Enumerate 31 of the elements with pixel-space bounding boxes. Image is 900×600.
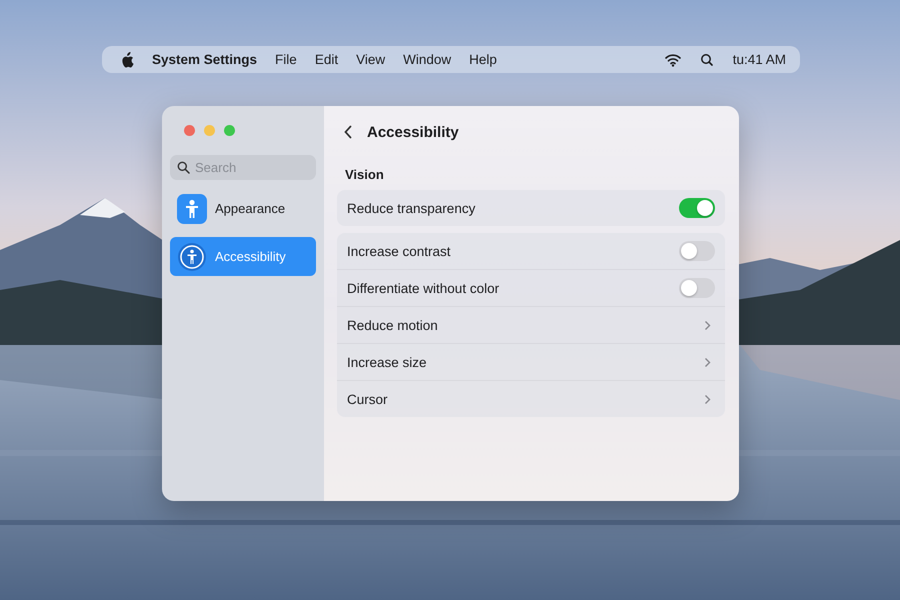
- menu-item[interactable]: File: [275, 52, 297, 67]
- menu-item[interactable]: Window: [403, 52, 452, 67]
- person-icon: [177, 194, 207, 224]
- sidebar-item[interactable]: Appearance: [170, 192, 316, 225]
- menu-bar-clock: tu:41 AM: [732, 52, 786, 67]
- toggle-switch[interactable]: [679, 198, 715, 218]
- setting-label: Cursor: [347, 392, 388, 406]
- menu-item[interactable]: Edit: [314, 52, 338, 67]
- page-title: Accessibility: [367, 124, 459, 140]
- close-button[interactable]: [184, 125, 195, 136]
- section-heading: Vision: [345, 167, 385, 182]
- setting-label: Reduce motion: [347, 318, 438, 332]
- search-icon[interactable]: [698, 52, 715, 66]
- menu-item[interactable]: View: [356, 52, 386, 67]
- wifi-icon[interactable]: [664, 52, 681, 66]
- toggle-switch[interactable]: [679, 241, 715, 261]
- search-field[interactable]: Search: [170, 155, 316, 180]
- setting-label: Increase contrast: [347, 244, 451, 258]
- apple-icon[interactable]: [120, 52, 134, 68]
- setting-label: Increase size: [347, 354, 427, 370]
- chevron-icon[interactable]: [704, 320, 711, 330]
- toggle-switch[interactable]: [679, 278, 715, 298]
- back-button[interactable]: [343, 125, 353, 139]
- chevron-icon[interactable]: [704, 394, 711, 404]
- setting-label: Reduce transparency: [347, 200, 476, 216]
- accessibility-icon: [177, 242, 207, 272]
- chevron-icon[interactable]: [704, 356, 711, 368]
- setting-label: Differentiate without color: [347, 280, 500, 296]
- zoom-button[interactable]: [224, 125, 235, 136]
- app-name-menu[interactable]: System Settings: [152, 52, 258, 67]
- menu-item[interactable]: Help: [469, 52, 497, 67]
